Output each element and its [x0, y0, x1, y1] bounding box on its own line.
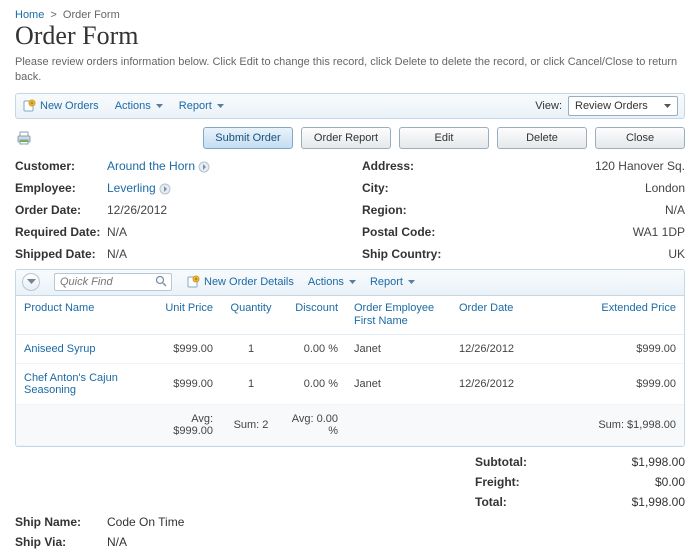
details-report[interactable]: Report	[370, 276, 415, 288]
employee-label: Employee:	[15, 181, 107, 195]
customer-label: Customer:	[15, 159, 107, 173]
customer-value[interactable]: Around the Horn	[107, 159, 195, 173]
col-discount[interactable]: Discount	[281, 296, 346, 335]
caret-down-icon	[408, 276, 415, 288]
toolbar-report[interactable]: Report	[179, 100, 224, 112]
new-icon	[186, 275, 200, 289]
cell-discount: 0.00 %	[281, 335, 346, 364]
breadcrumb-home[interactable]: Home	[15, 9, 44, 21]
ship-via-value: N/A	[107, 535, 315, 549]
top-toolbar: New Orders Actions Report View: Review O…	[15, 93, 685, 119]
table-row[interactable]: Chef Anton's Cajun Seasoning $999.00 1 0…	[16, 364, 684, 405]
footer-sum-qty: Sum: 2	[221, 405, 281, 446]
caret-down-icon	[664, 100, 671, 112]
address-label: Address:	[362, 159, 462, 173]
order-details-panel: New Order Details Actions Report Product…	[15, 269, 685, 447]
new-order-details-link[interactable]: New Order Details	[186, 275, 294, 289]
cell-order-date: 12/26/2012	[451, 335, 531, 364]
caret-down-icon	[217, 100, 224, 112]
freight-label: Freight:	[475, 475, 575, 489]
subtotal-value: $1,998.00	[575, 455, 685, 469]
cell-product[interactable]: Aniseed Syrup	[16, 335, 151, 364]
search-icon[interactable]	[155, 275, 168, 288]
region-label: Region:	[362, 203, 462, 217]
delete-button[interactable]: Delete	[497, 127, 587, 149]
freight-value: $0.00	[575, 475, 685, 489]
col-quantity[interactable]: Quantity	[221, 296, 281, 335]
footer-sum-ext: Sum: $1,998.00	[531, 405, 684, 446]
order-date-value: 12/26/2012	[107, 203, 338, 217]
footer-avg-price: Avg: $999.00	[151, 405, 221, 446]
cell-unit-price: $999.00	[151, 335, 221, 364]
order-details-grid: Product Name Unit Price Quantity Discoun…	[16, 296, 684, 446]
city-value: London	[462, 181, 685, 195]
new-icon	[22, 99, 36, 113]
cell-unit-price: $999.00	[151, 364, 221, 405]
order-report-button[interactable]: Order Report	[301, 127, 391, 149]
cell-product[interactable]: Chef Anton's Cajun Seasoning	[16, 364, 151, 405]
print-icon[interactable]	[15, 130, 33, 146]
ship-name-value: Code On Time	[107, 515, 315, 529]
city-label: City:	[362, 181, 462, 195]
cell-ext-price: $999.00	[531, 364, 684, 405]
total-label: Total:	[475, 495, 575, 509]
cell-emp-first: Janet	[346, 364, 451, 405]
cell-quantity: 1	[221, 364, 281, 405]
ship-via-label: Ship Via:	[15, 535, 107, 549]
col-product[interactable]: Product Name	[16, 296, 151, 335]
submit-order-button[interactable]: Submit Order	[203, 127, 293, 149]
expand-collapse-button[interactable]	[22, 273, 40, 291]
caret-down-icon	[349, 276, 356, 288]
col-emp-first[interactable]: Order Employee First Name	[346, 296, 451, 335]
col-ext-price[interactable]: Extended Price	[531, 296, 684, 335]
new-orders-link[interactable]: New Orders	[22, 99, 99, 113]
cell-ext-price: $999.00	[531, 335, 684, 364]
caret-down-icon	[156, 100, 163, 112]
postal-value: WA1 1DP	[462, 225, 685, 239]
total-value: $1,998.00	[575, 495, 685, 509]
page-title: Order Form	[15, 21, 685, 51]
toolbar-actions[interactable]: Actions	[115, 100, 163, 112]
required-date-value: N/A	[107, 225, 338, 239]
edit-button[interactable]: Edit	[399, 127, 489, 149]
country-value: UK	[462, 247, 685, 261]
employee-value[interactable]: Leverling	[107, 181, 156, 195]
subtotal-label: Subtotal:	[475, 455, 575, 469]
region-value: N/A	[462, 203, 685, 217]
postal-label: Postal Code:	[362, 225, 462, 239]
cell-emp-first: Janet	[346, 335, 451, 364]
view-value: Review Orders	[575, 100, 648, 112]
goto-icon[interactable]	[159, 183, 171, 195]
shipped-date-value: N/A	[107, 247, 338, 261]
view-select[interactable]: Review Orders	[568, 96, 678, 116]
breadcrumb-current: Order Form	[63, 9, 120, 21]
cell-discount: 0.00 %	[281, 364, 346, 405]
breadcrumb: Home > Order Form	[15, 9, 685, 21]
ship-name-label: Ship Name:	[15, 515, 107, 529]
required-date-label: Required Date:	[15, 225, 107, 239]
footer-avg-disc: Avg: 0.00 %	[281, 405, 346, 446]
details-actions[interactable]: Actions	[308, 276, 356, 288]
cell-order-date: 12/26/2012	[451, 364, 531, 405]
table-row[interactable]: Aniseed Syrup $999.00 1 0.00 % Janet 12/…	[16, 335, 684, 364]
col-order-date[interactable]: Order Date	[451, 296, 531, 335]
col-unit-price[interactable]: Unit Price	[151, 296, 221, 335]
shipped-date-label: Shipped Date:	[15, 247, 107, 261]
page-subtitle: Please review orders information below. …	[15, 55, 685, 85]
close-button[interactable]: Close	[595, 127, 685, 149]
cell-quantity: 1	[221, 335, 281, 364]
view-label: View:	[535, 100, 562, 112]
new-orders-label: New Orders	[40, 100, 99, 112]
order-date-label: Order Date:	[15, 203, 107, 217]
goto-icon[interactable]	[198, 161, 210, 173]
address-value: 120 Hanover Sq.	[462, 159, 685, 173]
country-label: Ship Country:	[362, 247, 462, 261]
